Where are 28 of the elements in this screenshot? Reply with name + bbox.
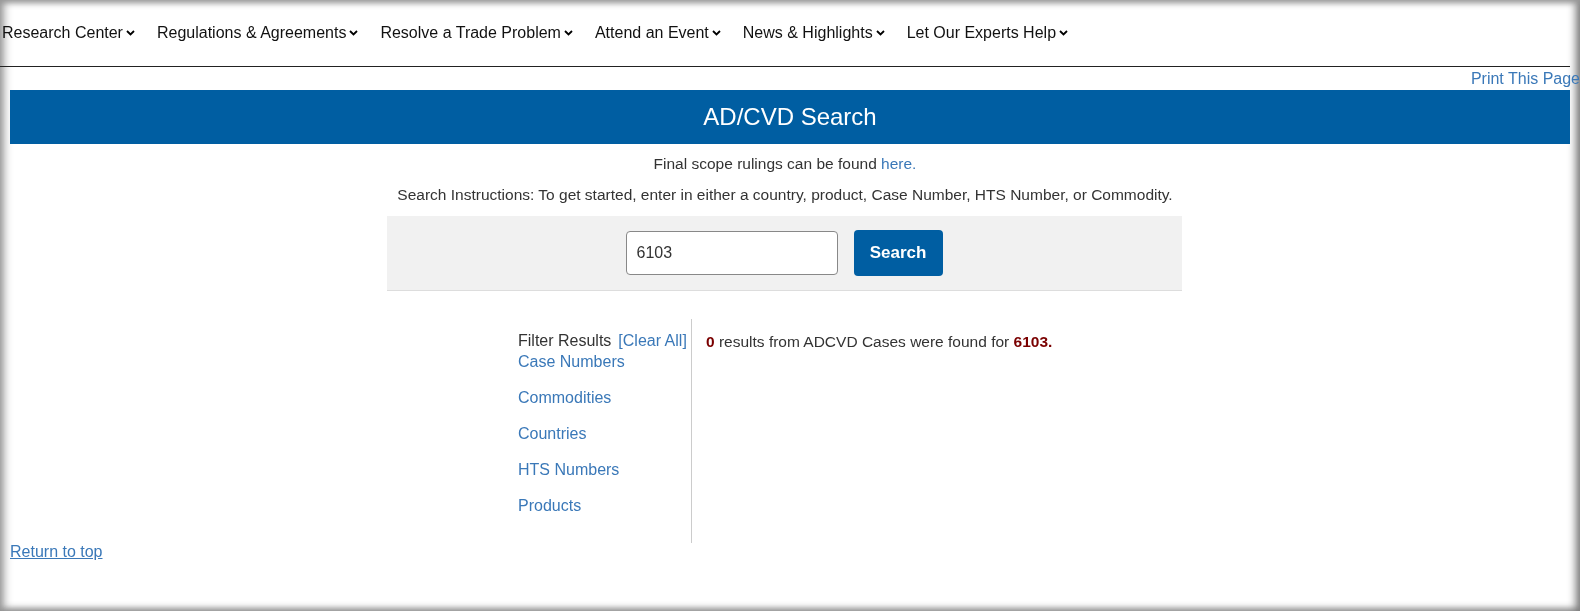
filter-results-title: Filter Results xyxy=(518,332,612,350)
return-to-top-link[interactable]: Return to top xyxy=(10,543,103,561)
search-field[interactable]: 6103 xyxy=(625,231,838,275)
scope-note: Final scope rulings can be found here. xyxy=(652,155,918,173)
nav-menu-item[interactable]: News & Highlights xyxy=(742,24,885,42)
search-instructions: Search Instructions: To get started, enter in either a country, product, Case Number, HTS Number, or Commodity. xyxy=(396,186,1174,204)
scope-rulings-link[interactable]: here. xyxy=(881,155,917,172)
nav-menu-item[interactable]: Let Our Experts Help xyxy=(906,24,1069,42)
filter-link[interactable]: Countries xyxy=(518,424,685,443)
chevron-down-icon xyxy=(711,30,721,36)
clear-all-link[interactable]: [Clear All] xyxy=(618,332,687,350)
filter-link[interactable]: HTS Numbers xyxy=(518,460,685,479)
print-link[interactable]: Print This Page xyxy=(1470,69,1580,88)
result-message: 0 results from ADCVD Cases were found for 6103. xyxy=(706,333,1053,351)
chevron-down-icon xyxy=(563,30,573,36)
search-button[interactable]: Search xyxy=(853,230,943,276)
filter-link[interactable]: Products xyxy=(518,496,685,515)
page-title: AD/CVD Search xyxy=(703,103,877,131)
nav-menu-item[interactable]: Regulations & Agreements xyxy=(156,24,359,42)
chevron-down-icon xyxy=(875,30,885,36)
nav-menu-item[interactable]: Attend an Event xyxy=(594,24,721,42)
nav-menu-item[interactable]: Resolve a Trade Problem xyxy=(380,24,573,42)
filter-link[interactable]: Case Numbers xyxy=(518,352,685,371)
nav-menu-item[interactable]: Research Center xyxy=(2,24,135,42)
filter-link[interactable]: Commodities xyxy=(518,388,685,407)
chevron-down-icon xyxy=(125,30,135,36)
chevron-down-icon xyxy=(349,30,359,36)
chevron-down-icon xyxy=(1059,30,1069,36)
